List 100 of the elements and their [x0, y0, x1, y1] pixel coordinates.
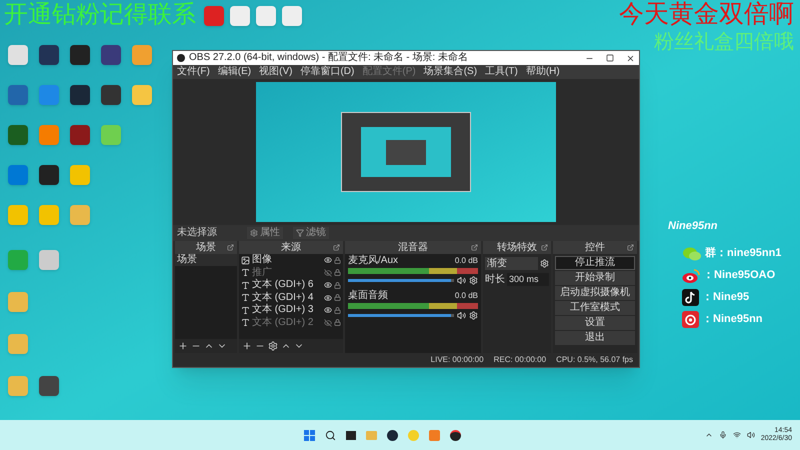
eye-icon[interactable] [324, 306, 332, 314]
app-icon[interactable] [386, 430, 398, 440]
music-note-icon [682, 289, 699, 306]
settings-icon[interactable] [268, 341, 278, 351]
app-icon[interactable] [450, 430, 461, 440]
duration-field[interactable]: 300 ms [507, 273, 549, 286]
banner-text: 粉丝礼盒四倍哦 [654, 28, 794, 54]
menu-item[interactable]: 文件(F) [177, 67, 210, 77]
dock-title: 混音器 [398, 242, 428, 252]
chat-bubbles-icon [682, 246, 702, 262]
settings-icon[interactable] [469, 311, 478, 320]
menu-item[interactable]: 帮助(H) [526, 67, 560, 77]
settings-icon[interactable] [540, 259, 549, 268]
control-button[interactable]: 开始录制 [555, 271, 635, 285]
microphone-icon[interactable] [718, 431, 727, 439]
menu-item[interactable]: 工具(T) [485, 67, 518, 77]
lock-icon[interactable] [334, 294, 341, 302]
filters-button[interactable]: 滤镜 [293, 227, 329, 239]
text-icon [241, 306, 250, 315]
text-icon [241, 280, 250, 290]
control-button[interactable]: 工作室模式 [555, 301, 635, 315]
desktop-icon[interactable] [39, 45, 59, 65]
desktop-icon[interactable] [101, 85, 121, 105]
undock-icon[interactable] [627, 244, 634, 251]
desktop-icon[interactable] [39, 165, 59, 185]
maximize-icon[interactable] [606, 54, 614, 62]
channel-name: Nine95nn [668, 219, 719, 234]
duration-label: 时长 [485, 274, 505, 284]
filter-icon [296, 229, 304, 237]
image-icon [241, 256, 250, 265]
menu-item[interactable]: 视图(V) [259, 67, 292, 77]
contact-text: 群：nine95nn1 [705, 246, 782, 262]
window-title: OBS 27.2.0 (64-bit, windows) - 配置文件: 未命名 - 场景: 未命名 [189, 53, 468, 63]
desktop-icon[interactable] [70, 125, 90, 145]
source-name[interactable]: 文本 (GDI+) 3 [252, 305, 322, 316]
speaker-icon[interactable] [457, 311, 466, 320]
desktop-icon[interactable] [101, 45, 121, 65]
dock-title: 场景 [196, 242, 216, 252]
menu-item[interactable]: 场景集合(S) [424, 67, 478, 77]
contact-text: ：Nine95nn [702, 312, 763, 328]
text-icon [241, 318, 250, 328]
undock-icon[interactable] [541, 244, 548, 251]
scene-item[interactable]: 场景 [175, 254, 237, 266]
gear-icon [250, 229, 258, 237]
source-name[interactable]: 文本 (GDI+) 2 [252, 318, 322, 328]
selection-status: 未选择源 [177, 228, 218, 238]
start-icon[interactable] [304, 430, 315, 440]
settings-icon[interactable] [469, 276, 478, 285]
properties-button[interactable]: 属性 [247, 227, 283, 239]
undock-icon[interactable] [471, 244, 478, 251]
control-button[interactable]: 停止推流 [555, 256, 635, 270]
source-name[interactable]: 图像 [252, 255, 322, 266]
contact-text: ：Nine95 [702, 290, 750, 306]
search-icon[interactable] [324, 430, 336, 440]
dock-title: 来源 [281, 242, 301, 252]
channel-reading: 0.0 dB [454, 257, 478, 265]
channel-name: 麦克风/Aux [348, 256, 398, 266]
text-icon [241, 268, 250, 278]
source-name[interactable]: 推广 [252, 268, 322, 278]
lock-icon[interactable] [334, 256, 341, 264]
dock-title: 转场特效 [497, 242, 537, 252]
speaker-icon[interactable] [746, 431, 755, 439]
add-icon[interactable] [242, 341, 252, 351]
eye-off-icon[interactable] [324, 318, 332, 327]
desktop-icon[interactable] [39, 376, 59, 396]
eye-icon[interactable] [324, 256, 332, 264]
banner-text: 开通钻粉记得联系 [4, 0, 196, 28]
control-button[interactable]: 退出 [555, 331, 635, 345]
lock-icon[interactable] [334, 319, 341, 326]
add-icon[interactable] [178, 341, 188, 351]
desktop-icon[interactable] [70, 45, 90, 65]
source-name[interactable]: 文本 (GDI+) 4 [252, 292, 322, 303]
channel-reading: 0.0 dB [454, 292, 478, 300]
rec-status: REC: 00:00:00 [494, 356, 546, 364]
eye-icon[interactable] [324, 294, 332, 302]
eye-off-icon[interactable] [324, 268, 332, 277]
tray-caret-icon[interactable] [704, 431, 713, 439]
lock-icon[interactable] [334, 282, 341, 289]
lock-icon[interactable] [334, 306, 341, 314]
spiral-logo-icon [682, 311, 699, 328]
undock-icon[interactable] [227, 244, 234, 251]
undock-icon[interactable] [333, 244, 340, 251]
menu-item[interactable]: 停靠窗口(D) [300, 67, 354, 77]
network-icon[interactable] [732, 431, 741, 439]
app-logo-icon [177, 54, 185, 62]
desktop-icon[interactable] [8, 125, 28, 145]
transition-select[interactable]: 渐变 [485, 257, 538, 270]
desktop-icon[interactable] [70, 85, 90, 105]
cpu-status: CPU: 0.5%, 56.07 fps [556, 356, 633, 364]
lock-icon[interactable] [334, 269, 341, 276]
task-view-icon[interactable] [346, 430, 356, 440]
dock-title: 控件 [585, 242, 605, 252]
close-icon[interactable] [626, 54, 635, 62]
control-button[interactable]: 启动虚拟摄像机 [555, 286, 635, 300]
menu-item[interactable]: 编辑(E) [218, 67, 252, 77]
contact-text: ：Nine95OAO [703, 268, 776, 284]
control-button[interactable]: 设置 [555, 316, 635, 330]
eye-icon[interactable] [324, 281, 332, 290]
speaker-icon[interactable] [457, 276, 466, 285]
source-name[interactable]: 文本 (GDI+) 6 [252, 280, 322, 290]
